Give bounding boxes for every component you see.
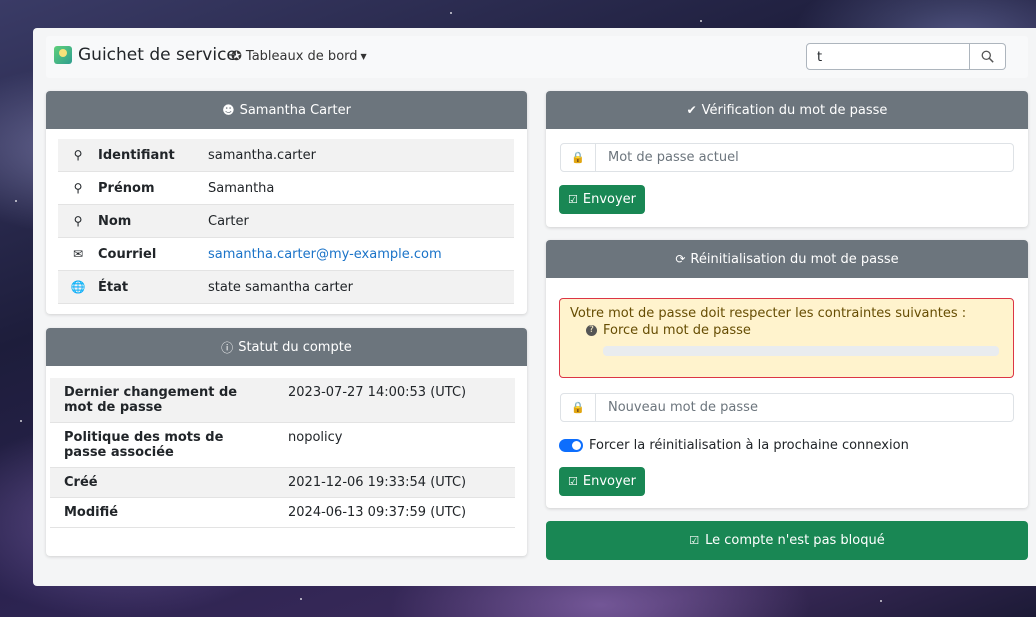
policy-rule-label: Force du mot de passe	[603, 323, 751, 338]
row-value: samantha.carter	[208, 147, 316, 163]
user-card-header: ☻ Samantha Carter	[46, 91, 527, 129]
account-status-card: ⓘ Statut du compte Dernier changement de…	[46, 328, 527, 556]
user-card: ☻ Samantha Carter ⚲ Identifiant samantha…	[46, 91, 527, 314]
row-value: state samantha carter	[208, 279, 354, 295]
table-row: ⚲ Prénom Samantha	[58, 172, 514, 205]
reset-submit-button[interactable]: ☑ Envoyer	[559, 467, 646, 496]
user-icon: ⚲	[73, 181, 83, 195]
account-lock-status: ☑ Le compte n'est pas bloqué	[546, 521, 1028, 560]
logo-icon	[54, 46, 72, 64]
brand-link[interactable]: Guichet de service	[54, 45, 237, 65]
navbar: Guichet de service ✪ Tableaux de bord ▼ …	[46, 36, 1028, 78]
search-input[interactable]: t	[806, 43, 970, 70]
status-table: Dernier changement de mot de passe 2023-…	[50, 378, 515, 528]
table-row: ⚲ Nom Carter	[58, 204, 514, 238]
info-circle-icon: ⓘ	[221, 340, 234, 355]
row-label: Identifiant	[98, 147, 175, 163]
check-square-icon: ☑	[689, 534, 700, 547]
row-label: Créé	[64, 475, 98, 490]
force-reset-label: Forcer la réinitialisation à la prochain…	[589, 438, 909, 453]
row-label: Prénom	[98, 180, 155, 196]
user-icon: ⚲	[73, 214, 83, 228]
caret-down-icon: ▼	[360, 52, 367, 61]
dashboard-icon: ✪	[231, 49, 242, 64]
row-label: Courriel	[98, 246, 157, 262]
password-policy-alert: Votre mot de passe doit respecter les co…	[559, 298, 1014, 378]
user-circle-icon: ☻	[222, 103, 235, 117]
check-circle-icon: ✔	[686, 103, 697, 117]
search-form: t	[806, 43, 1006, 70]
current-password-placeholder: Mot de passe actuel	[608, 150, 739, 165]
table-row: 🌐 État state samantha carter	[58, 270, 514, 304]
current-password-field[interactable]: 🔒 Mot de passe actuel	[560, 143, 1014, 172]
email-link[interactable]: samantha.carter@my-example.com	[208, 247, 442, 262]
password-strength-bar	[603, 346, 999, 356]
check-square-icon: ☑	[568, 475, 578, 488]
lock-status-label: Le compte n'est pas bloqué	[705, 533, 885, 548]
check-card-header: ✔ Vérification du mot de passe	[546, 91, 1028, 129]
new-password-field[interactable]: 🔒 Nouveau mot de passe	[560, 393, 1014, 422]
globe-icon: 🌐	[70, 280, 86, 294]
reset-card-title: Réinitialisation du mot de passe	[690, 251, 899, 267]
search-button[interactable]	[970, 43, 1006, 70]
lock-icon: 🔒	[561, 144, 596, 171]
check-card-title: Vérification du mot de passe	[701, 102, 888, 118]
verify-submit-button[interactable]: ☑ Envoyer	[559, 185, 646, 214]
question-circle-icon: ?	[586, 325, 597, 336]
redo-icon: ⟳	[675, 252, 686, 266]
verify-submit-label: Envoyer	[582, 192, 637, 207]
table-row: ⚲ Identifiant samantha.carter	[58, 139, 514, 172]
reset-submit-label: Envoyer	[582, 474, 637, 489]
row-label: Dernier changement de mot de passe	[64, 385, 238, 415]
row-value: 2024-06-13 09:37:59 (UTC)	[288, 505, 467, 520]
force-reset-toggle[interactable]: Forcer la réinitialisation à la prochain…	[559, 438, 909, 453]
row-value: Carter	[208, 213, 249, 229]
envelope-icon: ✉	[72, 247, 84, 261]
row-label: Politique des mots de passe associée	[64, 430, 224, 460]
row-value: nopolicy	[288, 430, 343, 445]
policy-rule: ? Force du mot de passe	[570, 323, 1003, 338]
row-value: 2021-12-06 19:33:54 (UTC)	[288, 475, 467, 490]
password-check-card: ✔ Vérification du mot de passe 🔒 Mot de …	[546, 91, 1028, 227]
search-icon	[981, 50, 994, 63]
status-card-header: ⓘ Statut du compte	[46, 328, 527, 366]
password-reset-card: ⟳ Réinitialisation du mot de passe Votre…	[546, 240, 1028, 508]
user-icon: ⚲	[73, 148, 83, 162]
row-value: Samantha	[208, 180, 275, 196]
lock-icon: 🔒	[561, 394, 596, 421]
check-square-icon: ☑	[568, 193, 578, 206]
table-row: Politique des mots de passe associée nop…	[50, 423, 515, 468]
dashboard-dropdown[interactable]: ✪ Tableaux de bord ▼	[231, 49, 367, 64]
row-label: État	[98, 279, 129, 295]
dashboard-label: Tableaux de bord	[245, 49, 358, 64]
table-row: Modifié 2024-06-13 09:37:59 (UTC)	[50, 498, 515, 528]
table-row: ✉ Courriel samantha.carter@my-example.co…	[58, 238, 514, 271]
table-row: Créé 2021-12-06 19:33:54 (UTC)	[50, 467, 515, 498]
new-password-placeholder: Nouveau mot de passe	[608, 400, 758, 415]
brand-title: Guichet de service	[78, 45, 237, 65]
table-row: Dernier changement de mot de passe 2023-…	[50, 378, 515, 423]
user-card-title: Samantha Carter	[239, 102, 351, 118]
row-label: Nom	[98, 213, 132, 229]
row-label: Modifié	[64, 505, 119, 520]
user-info-table: ⚲ Identifiant samantha.carter ⚲ Prénom S…	[58, 139, 514, 304]
toggle-switch[interactable]	[559, 439, 583, 452]
status-card-title: Statut du compte	[238, 339, 352, 355]
policy-alert-text: Votre mot de passe doit respecter les co…	[570, 306, 967, 321]
reset-card-header: ⟳ Réinitialisation du mot de passe	[546, 240, 1028, 278]
row-value: 2023-07-27 14:00:53 (UTC)	[288, 385, 467, 400]
